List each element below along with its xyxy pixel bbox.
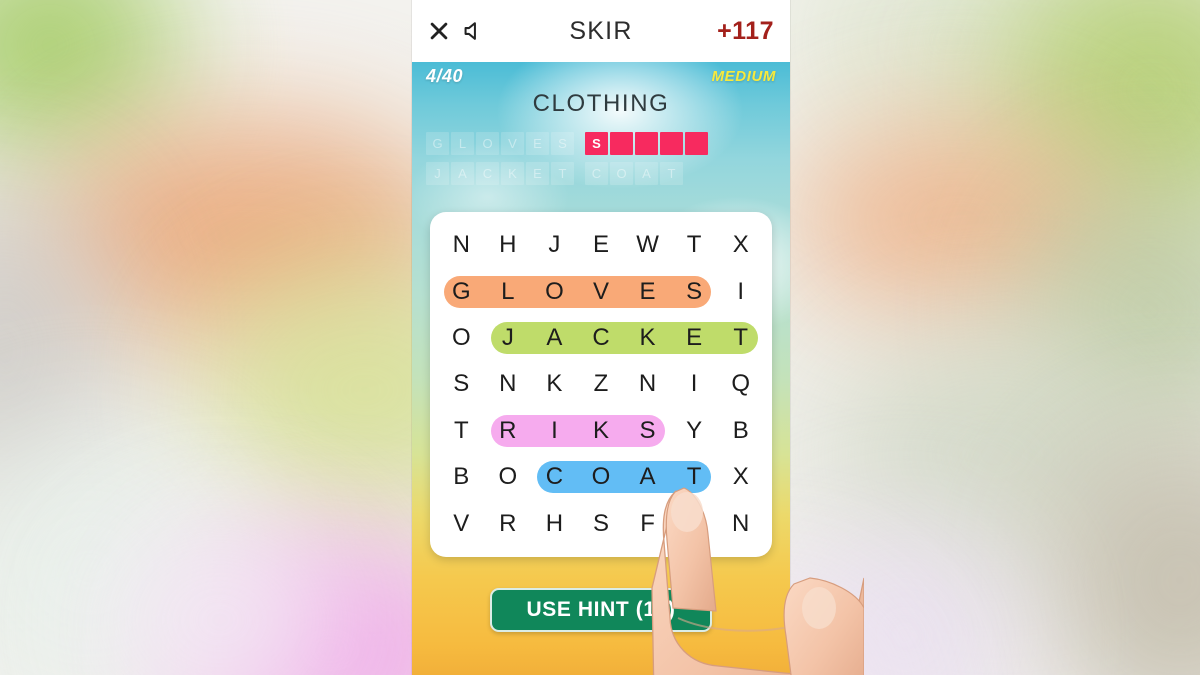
grid-letter-cell[interactable]: G xyxy=(438,268,485,314)
grid-letter-cell[interactable]: Q xyxy=(717,361,764,407)
grid-letter-cell[interactable]: K xyxy=(531,361,578,407)
grid-letter-cell[interactable]: T xyxy=(717,315,764,361)
grid-letter-cell[interactable]: X xyxy=(717,222,764,268)
word-letter-tile: I xyxy=(635,132,658,155)
word-letter-tile: A xyxy=(451,162,474,185)
grid-letter-cell[interactable]: N xyxy=(624,361,671,407)
grid-letter-cell[interactable]: J xyxy=(485,315,532,361)
word-letter-tile: V xyxy=(501,132,524,155)
letter-grid[interactable]: NHJEWTXGLOVESIOJACKETSNKZNIQTRIKSYBBOCOA… xyxy=(438,222,764,547)
word-letter-tile: E xyxy=(526,162,549,185)
game-screen: SKIR +117 4/40 MEDIUM CLOTHING GLOVESSKI… xyxy=(412,0,790,675)
word-letter-tile: S xyxy=(551,132,574,155)
word-chip: SKIRT xyxy=(585,132,708,155)
grid-letter-cell[interactable]: E xyxy=(671,315,718,361)
word-letter-tile: T xyxy=(551,162,574,185)
grid-letter-cell[interactable]: S xyxy=(671,268,718,314)
word-letter-tile: A xyxy=(635,162,658,185)
level-counter: 4/40 xyxy=(426,66,464,86)
letter-grid-card: NHJEWTXGLOVESIOJACKETSNKZNIQTRIKSYBBOCOA… xyxy=(430,212,772,557)
grid-letter-cell[interactable]: Y xyxy=(671,408,718,454)
grid-letter-cell[interactable]: S xyxy=(438,361,485,407)
grid-letter-cell[interactable]: T xyxy=(671,454,718,500)
word-list: GLOVESSKIRTJACKETCOAT xyxy=(426,132,780,185)
word-letter-tile: C xyxy=(476,162,499,185)
grid-letter-cell[interactable]: N xyxy=(485,361,532,407)
grid-letter-cell[interactable]: C xyxy=(531,454,578,500)
use-hint-label: USE HINT (15) xyxy=(526,598,676,621)
grid-letter-cell[interactable]: B xyxy=(438,454,485,500)
word-letter-tile: L xyxy=(451,132,474,155)
close-icon[interactable] xyxy=(428,20,450,42)
grid-letter-cell[interactable]: W xyxy=(624,222,671,268)
word-letter-tile: C xyxy=(585,162,608,185)
difficulty-badge: MEDIUM xyxy=(711,68,776,85)
grid-letter-cell[interactable]: H xyxy=(485,222,532,268)
use-hint-button[interactable]: USE HINT (15) xyxy=(490,588,712,632)
grid-letter-cell[interactable]: E xyxy=(624,268,671,314)
grid-letter-cell[interactable]: J xyxy=(531,222,578,268)
word-letter-tile: K xyxy=(501,162,524,185)
word-chip: GLOVES xyxy=(426,132,574,155)
grid-letter-cell[interactable]: T xyxy=(438,408,485,454)
grid-letter-cell[interactable]: S xyxy=(578,501,625,547)
grid-letter-cell[interactable]: A xyxy=(531,315,578,361)
grid-letter-cell[interactable]: H xyxy=(531,501,578,547)
grid-letter-cell[interactable]: V xyxy=(438,501,485,547)
top-bar-left-icons xyxy=(428,20,485,42)
grid-letter-cell[interactable]: E xyxy=(578,222,625,268)
word-letter-tile: J xyxy=(426,162,449,185)
word-chip: COAT xyxy=(585,162,683,185)
grid-letter-cell[interactable]: L xyxy=(485,268,532,314)
category-title: CLOTHING xyxy=(532,90,670,117)
grid-letter-cell[interactable]: O xyxy=(485,454,532,500)
word-letter-tile: T xyxy=(685,132,708,155)
word-letter-tile: O xyxy=(476,132,499,155)
top-bar: SKIR +117 xyxy=(412,0,790,62)
score-display: +117 xyxy=(717,16,774,45)
grid-letter-cell[interactable]: O xyxy=(671,501,718,547)
grid-letter-cell[interactable]: I xyxy=(531,408,578,454)
grid-letter-cell[interactable]: V xyxy=(578,268,625,314)
word-letter-tile: T xyxy=(660,162,683,185)
grid-letter-cell[interactable]: O xyxy=(438,315,485,361)
sound-icon[interactable] xyxy=(463,20,485,42)
grid-letter-cell[interactable]: K xyxy=(578,408,625,454)
grid-letter-cell[interactable]: O xyxy=(578,454,625,500)
grid-letter-cell[interactable]: S xyxy=(624,408,671,454)
grid-letter-cell[interactable]: B xyxy=(717,408,764,454)
word-letter-tile: K xyxy=(610,132,633,155)
word-letter-tile: O xyxy=(610,162,633,185)
grid-letter-cell[interactable]: Z xyxy=(578,361,625,407)
grid-letter-cell[interactable]: T xyxy=(671,222,718,268)
word-letter-tile: G xyxy=(426,132,449,155)
grid-letter-cell[interactable]: K xyxy=(624,315,671,361)
grid-letter-cell[interactable]: A xyxy=(624,454,671,500)
word-letter-tile: E xyxy=(526,132,549,155)
grid-letter-cell[interactable]: I xyxy=(671,361,718,407)
grid-letter-cell[interactable]: R xyxy=(485,501,532,547)
grid-letter-cell[interactable]: F xyxy=(624,501,671,547)
grid-letter-cell[interactable]: O xyxy=(531,268,578,314)
word-letter-tile: R xyxy=(660,132,683,155)
grid-letter-cell[interactable]: I xyxy=(717,268,764,314)
grid-letter-cell[interactable]: N xyxy=(717,501,764,547)
grid-letter-cell[interactable]: N xyxy=(438,222,485,268)
word-chip: JACKET xyxy=(426,162,574,185)
word-letter-tile: S xyxy=(585,132,608,155)
grid-letter-cell[interactable]: X xyxy=(717,454,764,500)
grid-letter-cell[interactable]: C xyxy=(578,315,625,361)
grid-letter-cell[interactable]: R xyxy=(485,408,532,454)
